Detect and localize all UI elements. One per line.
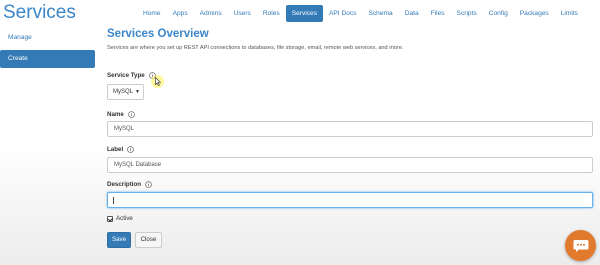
nav-data[interactable]: Data <box>399 5 425 22</box>
nav-roles[interactable]: Roles <box>257 5 286 22</box>
nav-schema[interactable]: Schema <box>362 5 398 22</box>
main-nav: Home Apps Admins Users Roles Services AP… <box>137 5 584 22</box>
nav-users[interactable]: Users <box>228 5 257 22</box>
label-input[interactable]: MySQL Database <box>107 157 593 173</box>
name-label-text: Name <box>107 111 124 118</box>
chat-button[interactable] <box>565 230 596 261</box>
nav-apps[interactable]: Apps <box>167 5 194 22</box>
name-input[interactable]: MySQL <box>107 121 593 137</box>
description-input[interactable] <box>107 192 593 208</box>
nav-services[interactable]: Services <box>285 5 323 22</box>
app-title: Services <box>3 2 76 23</box>
nav-scripts[interactable]: Scripts <box>451 5 483 22</box>
service-type-select[interactable]: MySQL ▼ <box>107 84 144 100</box>
active-row: Active <box>107 215 133 222</box>
nav-packages[interactable]: Packages <box>514 5 555 22</box>
nav-config[interactable]: Config <box>483 5 514 22</box>
save-button[interactable]: Save <box>107 232 131 248</box>
close-button[interactable]: Close <box>135 232 162 248</box>
text-caret <box>113 197 114 204</box>
nav-limits[interactable]: Limits <box>555 5 584 22</box>
active-label: Active <box>116 215 133 222</box>
page-description: Services are where you set up REST API c… <box>107 45 404 51</box>
sidebar-item-manage[interactable]: Manage <box>0 29 95 47</box>
active-checkbox[interactable] <box>107 215 113 222</box>
description-label: Description <box>107 181 152 188</box>
nav-home[interactable]: Home <box>137 5 167 22</box>
chat-bubble-icon <box>573 239 588 252</box>
mouse-pointer-icon <box>155 77 161 86</box>
name-label: Name <box>107 111 135 118</box>
info-circle-icon[interactable] <box>127 146 134 153</box>
sidebar: Manage Create <box>0 29 95 71</box>
service-type-label: Service Type <box>107 72 156 79</box>
nav-files[interactable]: Files <box>425 5 451 22</box>
info-circle-icon[interactable] <box>145 181 152 188</box>
nav-admins[interactable]: Admins <box>194 5 228 22</box>
label-label: Label <box>107 146 134 153</box>
nav-api-docs[interactable]: API Docs <box>323 5 362 22</box>
service-type-label-text: Service Type <box>107 72 145 79</box>
main-content: Services Overview Services are where you… <box>107 27 593 51</box>
description-label-text: Description <box>107 181 142 188</box>
info-circle-icon[interactable] <box>128 111 135 118</box>
sidebar-item-create[interactable]: Create <box>0 50 95 68</box>
top-bar: Services Home Apps Admins Users Roles Se… <box>0 0 600 26</box>
label-label-text: Label <box>107 146 124 153</box>
caret-down-icon: ▼ <box>135 89 140 95</box>
service-type-value: MySQL <box>113 89 134 95</box>
page-title: Services Overview <box>107 28 209 40</box>
